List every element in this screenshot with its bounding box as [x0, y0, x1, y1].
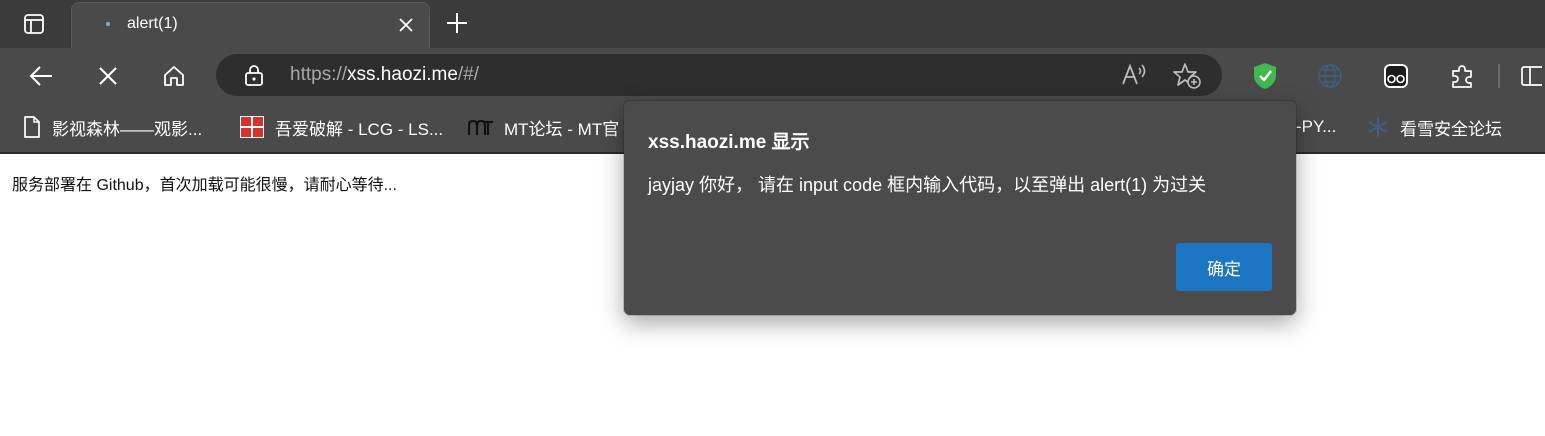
bookmark-item[interactable]: 吾爱破解 - LCG - LS... [239, 114, 443, 140]
bookmark-item[interactable]: 看雪安全论坛 [1366, 114, 1502, 140]
extensions-button[interactable] [1446, 60, 1478, 92]
tab-active[interactable]: alert(1) [71, 2, 430, 48]
52pojie-logo-icon [239, 115, 265, 139]
back-arrow-icon [29, 66, 52, 86]
close-icon [399, 18, 413, 32]
tab-actions-icon [24, 14, 44, 34]
mt-logo-icon [468, 117, 494, 137]
bookmark-label: MT论坛 - MT官 [504, 119, 620, 139]
bookmark-label: 吾爱破解 - LCG - LS... [275, 119, 444, 139]
shield-check-icon [1254, 63, 1276, 89]
bookmark-label: -PY... [1296, 117, 1337, 136]
tab-close-button[interactable] [394, 13, 418, 37]
back-button[interactable] [25, 60, 57, 92]
shield-extension-button[interactable] [1249, 60, 1281, 92]
lock-icon[interactable] [244, 64, 264, 90]
tampermonkey-icon [1384, 64, 1408, 88]
tab-strip: alert(1) [0, 0, 1545, 48]
tab-actions-button[interactable] [14, 10, 54, 38]
split-screen-button[interactable] [1516, 60, 1545, 92]
page-icon [22, 115, 42, 139]
read-aloud-icon [1122, 63, 1146, 85]
bookmark-item[interactable]: 影视森林——观影... [22, 114, 202, 140]
bookmark-label: 看雪安全论坛 [1400, 119, 1502, 139]
alert-dialog: xss.haozi.me 显示 jayjay 你好， 请在 input code… [624, 101, 1296, 315]
new-tab-button[interactable] [444, 10, 470, 36]
tampermonkey-extension-button[interactable] [1380, 60, 1412, 92]
puzzle-icon [1452, 65, 1472, 88]
read-aloud-button[interactable] [1120, 62, 1148, 92]
tab-title: alert(1) [127, 15, 178, 32]
url-path: /#/ [457, 64, 480, 85]
dialog-message: jayjay 你好， 请在 input code 框内输入代码，以至弹出 ale… [648, 175, 1207, 195]
page-body-text: 服务部署在 Github，首次加载可能很慢，请耐心等待... [12, 177, 397, 194]
url-scheme: https:// [290, 64, 348, 85]
loading-dot-icon [106, 22, 110, 26]
dialog-title: xss.haozi.me 显示 [648, 132, 810, 153]
home-icon [164, 66, 184, 86]
add-favorite-button[interactable] [1172, 62, 1202, 94]
stop-x-icon [99, 67, 117, 85]
dialog-ok-button[interactable]: 确定 [1176, 243, 1272, 291]
address-bar[interactable]: https://xss.haozi.me/#/ [216, 54, 1222, 96]
toolbar-divider [1498, 64, 1500, 88]
home-button[interactable] [158, 60, 190, 92]
url-text[interactable]: https://xss.haozi.me/#/ [290, 64, 479, 86]
bookmark-item[interactable]: MT论坛 - MT官 [468, 114, 619, 140]
star-add-icon [1173, 63, 1201, 89]
bookmark-label: 影视森林——观影... [52, 119, 203, 139]
globe-extension-button[interactable] [1314, 60, 1346, 92]
kanxue-logo-icon [1366, 115, 1390, 139]
plus-icon [447, 13, 467, 33]
browser-toolbar: https://xss.haozi.me/#/ [0, 48, 1545, 102]
split-screen-icon [1521, 66, 1542, 86]
url-host: xss.haozi.me [347, 64, 458, 85]
bookmark-item[interactable]: -PY... [1296, 114, 1336, 140]
stop-button[interactable] [92, 60, 124, 92]
globe-icon [1318, 64, 1342, 88]
